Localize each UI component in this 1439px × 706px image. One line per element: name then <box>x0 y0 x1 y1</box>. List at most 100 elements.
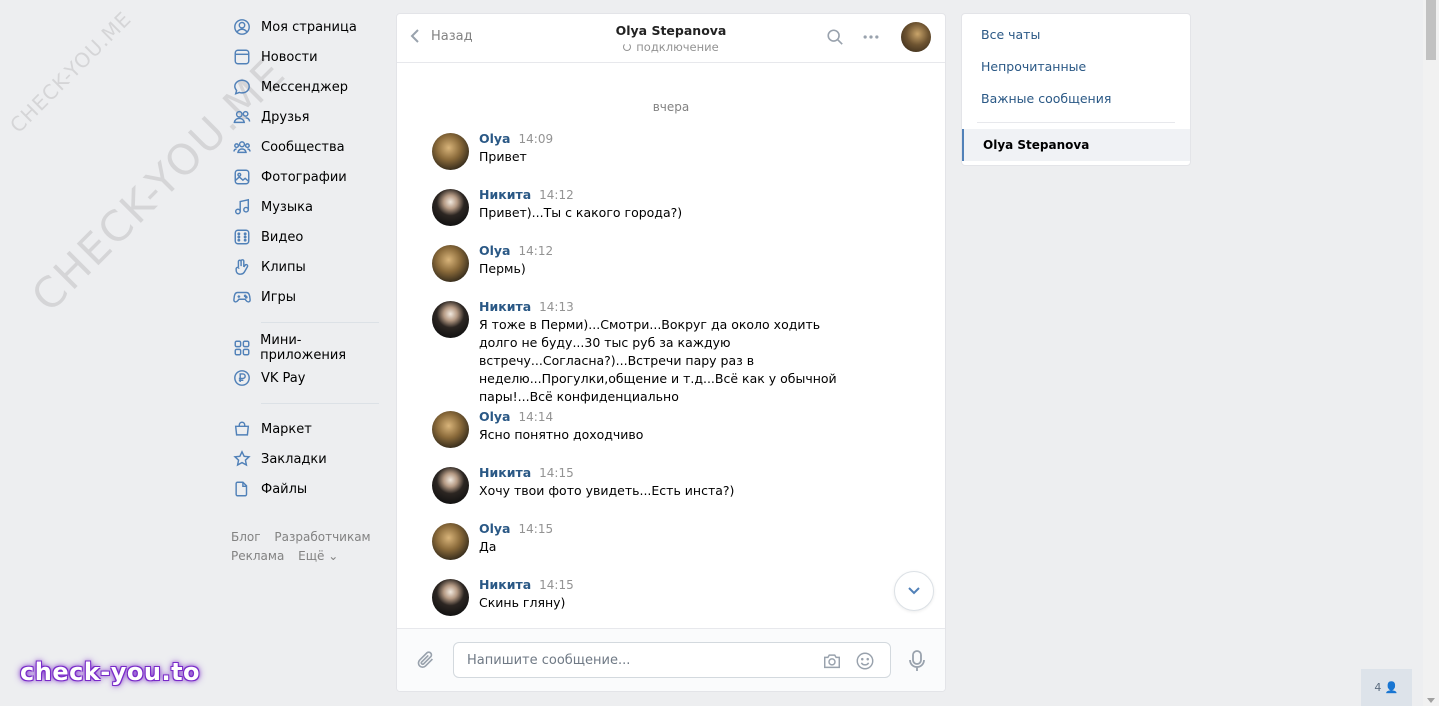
more-dots-icon <box>863 35 879 39</box>
message-time: 14:15 <box>539 578 574 592</box>
friends-icon <box>232 107 252 127</box>
nav-video[interactable]: Видео <box>228 222 382 252</box>
chevron-down-icon <box>908 587 920 595</box>
clips-icon <box>232 257 252 277</box>
author-avatar[interactable] <box>432 301 469 338</box>
message-item: Olya 14:14 Ясно понятно доходчиво <box>397 402 945 458</box>
nav-label: Мини-приложения <box>260 333 347 363</box>
filter-all-chats[interactable]: Все чаты <box>962 19 1190 51</box>
video-icon <box>232 227 252 247</box>
nav-bookmarks[interactable]: Закладки <box>228 444 382 474</box>
scrollbar-thumb[interactable] <box>1426 0 1436 60</box>
nav-label: Фотографии <box>261 169 347 185</box>
nav-label: Файлы <box>261 481 308 497</box>
smile-icon <box>856 652 874 670</box>
author-avatar[interactable] <box>432 467 469 504</box>
header-actions <box>811 22 931 52</box>
nav-files[interactable]: Файлы <box>228 474 382 504</box>
message-time: 14:13 <box>539 300 574 314</box>
nav-mini-apps[interactable]: Мини-приложения <box>228 333 382 363</box>
message-item: Olya 14:09 Привет <box>397 124 945 180</box>
message-time: 14:14 <box>518 410 554 424</box>
news-icon <box>232 47 252 67</box>
message-text: Хочу твои фото увидеть...Есть инста?) <box>479 483 735 498</box>
author-avatar[interactable] <box>432 411 469 448</box>
message-item: Olya 14:12 Пермь) <box>397 236 945 292</box>
nav-communities[interactable]: Сообщества <box>228 132 382 162</box>
message-author[interactable]: Olya <box>479 408 511 426</box>
filter-divider <box>977 122 1175 123</box>
filter-unread[interactable]: Непрочитанные <box>962 51 1190 83</box>
active-chat-item[interactable]: Olya Stepanova <box>962 129 1190 161</box>
message-author[interactable]: Никита <box>479 186 531 204</box>
nav-messenger[interactable]: Мессенджер <box>228 72 382 102</box>
author-avatar[interactable] <box>432 245 469 282</box>
chat-filters-panel: Все чаты Непрочитанные Важные сообщения … <box>961 13 1191 166</box>
filter-important[interactable]: Важные сообщения <box>962 83 1190 115</box>
emoji-button[interactable] <box>854 650 876 672</box>
more-button[interactable] <box>859 25 883 49</box>
attach-button[interactable] <box>415 649 437 671</box>
nav-photos[interactable]: Фотографии <box>228 162 382 192</box>
nav-news[interactable]: Новости <box>228 42 382 72</box>
message-author[interactable]: Olya <box>479 242 511 260</box>
nav-music[interactable]: Музыка <box>228 192 382 222</box>
message-text: Привет <box>479 149 527 164</box>
message-time: 14:12 <box>518 244 554 258</box>
message-author[interactable]: Никита <box>479 576 531 594</box>
footer-dev-link[interactable]: Разработчикам <box>274 530 370 544</box>
left-navigation: Моя страница Новости Мессенджер Друзья С… <box>228 12 382 566</box>
vkpay-icon <box>232 368 252 388</box>
author-avatar[interactable] <box>432 189 469 226</box>
message-author[interactable]: Olya <box>479 520 511 538</box>
message-item: Olya 14:15 Да <box>397 514 945 570</box>
search-icon <box>827 29 843 45</box>
nav-vk-pay[interactable]: VK Pay <box>228 363 382 393</box>
camera-button[interactable] <box>821 650 843 672</box>
user-circle-icon <box>232 17 252 37</box>
nav-label: Сообщества <box>261 139 345 155</box>
message-text: Ясно понятно доходчиво <box>479 427 644 442</box>
online-friends-badge[interactable]: 4 👤 <box>1361 669 1412 706</box>
nav-market[interactable]: Маркет <box>228 414 382 444</box>
window-scrollbar[interactable] <box>1423 0 1439 706</box>
message-time: 14:15 <box>518 522 554 536</box>
nav-label: Маркет <box>261 421 312 437</box>
footer-ads-link[interactable]: Реклама <box>231 549 284 563</box>
day-separator: вчера <box>652 100 690 114</box>
nav-my-page[interactable]: Моя страница <box>228 12 382 42</box>
nav-label: Мессенджер <box>261 79 348 95</box>
nav-clips[interactable]: Клипы <box>228 252 382 282</box>
nav-label: Клипы <box>261 259 306 275</box>
voice-message-button[interactable] <box>907 649 929 673</box>
footer-more-link[interactable]: Ещё ⌄ <box>298 549 338 563</box>
scroll-down-arrow-icon[interactable] <box>1427 698 1435 703</box>
photo-icon <box>232 167 252 187</box>
apps-icon <box>232 338 251 358</box>
message-time: 14:15 <box>539 466 574 480</box>
author-avatar[interactable] <box>432 579 469 616</box>
message-author[interactable]: Никита <box>479 298 531 316</box>
author-avatar[interactable] <box>432 133 469 170</box>
message-author[interactable]: Olya <box>479 130 511 148</box>
message-text: Да <box>479 539 497 554</box>
footer-links: Блог Разработчикам Реклама Ещё ⌄ <box>228 528 382 566</box>
nav-games[interactable]: Игры <box>228 282 382 312</box>
message-icon <box>232 77 252 97</box>
music-icon <box>232 197 252 217</box>
peer-avatar[interactable] <box>901 22 931 52</box>
footer-blog-link[interactable]: Блог <box>231 530 261 544</box>
peer-status-text: подключение <box>636 40 719 54</box>
message-author[interactable]: Никита <box>479 464 531 482</box>
nav-label: Друзья <box>261 109 310 125</box>
message-input[interactable] <box>454 643 794 677</box>
nav-label: Видео <box>261 229 304 245</box>
nav-label: Музыка <box>261 199 313 215</box>
nav-label: Моя страница <box>261 19 357 35</box>
file-icon <box>232 479 252 499</box>
gamepad-icon <box>232 287 252 307</box>
scroll-to-bottom-button[interactable] <box>894 571 934 611</box>
nav-friends[interactable]: Друзья <box>228 102 382 132</box>
author-avatar[interactable] <box>432 523 469 560</box>
search-button[interactable] <box>823 25 847 49</box>
